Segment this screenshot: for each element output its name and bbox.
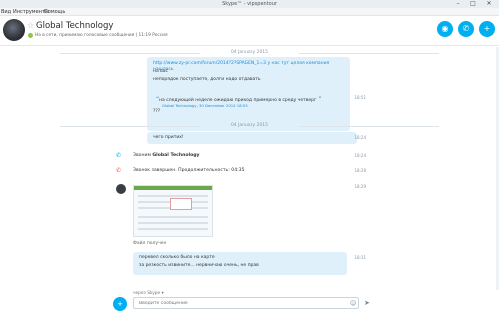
message-link[interactable]: http://www.zy-pr.com/forum/2014?2?SPAGEN…	[153, 61, 329, 72]
sender-avatar	[116, 184, 126, 194]
call-ended-text: Звонок завершен. Продолжительность: 04:3…	[133, 168, 245, 173]
image-thumbnail[interactable]	[133, 185, 213, 237]
attach-button[interactable]: +	[113, 297, 127, 311]
video-call-button[interactable]: ◉	[437, 21, 453, 37]
close-button[interactable]: ✕	[482, 0, 496, 8]
image-dialog	[170, 198, 192, 210]
send-icon[interactable]: ➤	[364, 299, 370, 307]
message-time: 18:31	[354, 255, 366, 260]
image-line	[138, 195, 208, 197]
add-people-button[interactable]: +	[479, 21, 495, 37]
emoticon-icon[interactable]: ☺	[350, 300, 356, 307]
call-contact-name: Global Technology	[152, 153, 200, 158]
quote-meta: Global Technology, 30 December 2014 18:5…	[162, 103, 248, 108]
conversation-header: ☆ Global Technology На в сети, принимаю …	[0, 16, 499, 46]
message-text: на вас	[153, 69, 169, 74]
conversation-area: 04 January 2015 http://www.zy-pr.com/for…	[0, 47, 499, 290]
favorite-star-icon[interactable]: ☆	[27, 21, 34, 31]
message-time: 18:24	[354, 135, 366, 140]
skype-window: Skype™ - vipspentour – □ ✕ Вид Инструмен…	[0, 0, 499, 321]
call-event-text: Звоним Global Technology	[133, 153, 200, 159]
image-header-bar	[134, 186, 212, 190]
contact-name[interactable]: Global Technology	[36, 21, 113, 31]
message-time: 18:24	[354, 153, 366, 158]
message-text: перевел сколько было на карте	[139, 255, 215, 260]
message-input[interactable]	[133, 297, 359, 309]
contact-avatar[interactable]	[3, 19, 25, 41]
online-status-icon	[28, 33, 33, 38]
call-prefix: Звоним	[133, 153, 151, 158]
minimize-button[interactable]: –	[451, 0, 465, 8]
date-separator: 04 January 2015	[0, 123, 499, 129]
message-composer: через Skype ▾ + ☺ ➤	[0, 290, 499, 321]
file-received-label: Файл получен	[133, 241, 167, 246]
window-title: Skype™ - vipspentour	[222, 1, 277, 7]
message-time: 18:28	[354, 168, 366, 173]
menu-bar: Вид Инструменты Помощь	[0, 8, 499, 16]
message-time: 18:29	[354, 184, 366, 189]
menu-item-help[interactable]: Помощь	[44, 8, 65, 16]
image-line	[138, 216, 208, 218]
title-bar: Skype™ - vipspentour – □ ✕	[0, 0, 499, 8]
date-separator: 04 January 2015	[0, 50, 499, 56]
message-text: http://www.zy-pr.com/forum/2014?2?SPAGEN…	[153, 61, 349, 73]
message-text: ???	[153, 109, 161, 114]
menu-item-view[interactable]: Вид	[1, 8, 11, 16]
message-text: за резкость извините... нервничаю очень,…	[139, 263, 259, 268]
message-time: 18:51	[354, 95, 366, 100]
image-line	[138, 222, 208, 224]
call-button[interactable]: ✆	[458, 21, 474, 37]
maximize-button[interactable]: □	[466, 0, 480, 8]
contact-status-text: На в сети, принимаю голосовые сообщения …	[35, 33, 168, 38]
call-ended-icon: ✆	[116, 167, 122, 174]
image-line	[138, 228, 208, 230]
call-icon: ✆	[116, 152, 122, 159]
message-text: непорядок поступаете, долги надо отдават…	[153, 77, 261, 82]
message-text: чего притих!	[153, 135, 184, 140]
